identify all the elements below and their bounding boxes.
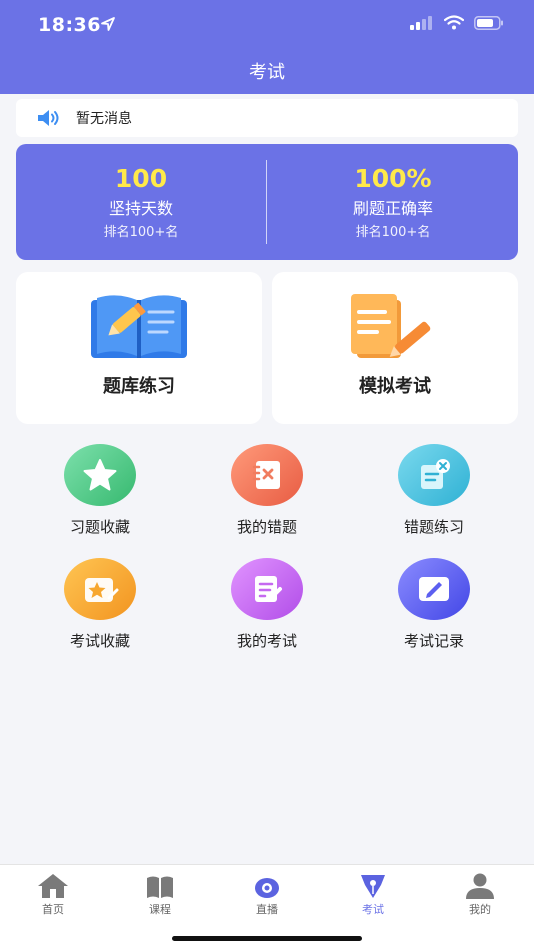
my-exams-button[interactable]: 我的考试 — [197, 558, 337, 658]
notice-bar[interactable]: 暂无消息 — [16, 99, 518, 137]
grid-item-label: 错题练习 — [403, 518, 464, 536]
grid-item-label: 考试记录 — [403, 632, 464, 650]
mock-exam-card[interactable]: 模拟考试 — [272, 272, 518, 424]
icon-circle — [231, 558, 303, 620]
scroll-close-icon — [421, 459, 450, 489]
tab-live[interactable]: 直播 — [227, 871, 307, 916]
icon-circle — [398, 444, 470, 506]
grid-item-label: 习题收藏 — [69, 518, 130, 536]
home-icon — [38, 874, 68, 898]
open-book-pencil-icon — [91, 295, 187, 358]
live-icon — [255, 878, 279, 898]
tab-label: 首页 — [42, 903, 64, 916]
icon-circle — [64, 444, 136, 506]
book-icon — [147, 876, 173, 898]
tab-label: 考试 — [362, 903, 384, 916]
grid-item-label: 考试收藏 — [69, 632, 130, 650]
wrong-question-practice-button[interactable]: 错题练习 — [364, 444, 504, 544]
edit-document-icon — [255, 576, 282, 602]
stat-rank: 排名100+名 — [103, 225, 179, 240]
document-pen-icon — [351, 294, 431, 358]
stat-value: 100 — [114, 164, 168, 193]
stat-value: 100% — [354, 164, 432, 193]
tab-exam[interactable]: 考试 — [333, 871, 413, 916]
tab-mine[interactable]: 我的 — [440, 871, 520, 916]
question-bank-practice-card[interactable]: 题库练习 — [16, 272, 262, 424]
status-bar: 18:36 — [0, 0, 534, 50]
stat-rank: 排名100+名 — [355, 225, 431, 240]
exercise-favorites-button[interactable]: 习题收藏 — [30, 444, 170, 544]
status-time: 18:36 — [38, 14, 101, 36]
stat-accuracy: 100% 刷题正确率 排名100+名 — [268, 144, 518, 260]
notebook-x-icon — [252, 461, 280, 489]
stat-label: 刷题正确率 — [352, 199, 433, 218]
wifi-icon — [444, 15, 464, 30]
status-icons — [410, 15, 504, 30]
pencil-card-icon — [419, 577, 449, 601]
page-title: 考试 — [249, 62, 285, 83]
card-label: 模拟考试 — [359, 376, 431, 397]
stat-persist-days: 100 坚持天数 排名100+名 — [16, 144, 266, 260]
icon-circle — [64, 558, 136, 620]
star-icon — [83, 459, 117, 491]
grid-item-label: 我的考试 — [236, 632, 297, 650]
location-arrow-icon — [101, 17, 115, 31]
star-card-icon — [85, 578, 119, 602]
tab-home[interactable]: 首页 — [13, 871, 93, 916]
tab-label: 我的 — [469, 903, 491, 916]
cellular-signal-icon — [410, 15, 432, 30]
stats-divider — [266, 160, 267, 244]
pen-nib-icon — [361, 875, 385, 898]
speaker-icon — [36, 108, 62, 128]
icon-circle — [398, 558, 470, 620]
icon-circle — [231, 444, 303, 506]
user-icon — [466, 873, 494, 899]
notice-text: 暂无消息 — [76, 111, 132, 127]
tab-label: 课程 — [149, 903, 171, 916]
stats-panel: 100 坚持天数 排名100+名 100% 刷题正确率 排名100+名 — [16, 144, 518, 260]
my-wrong-questions-button[interactable]: 我的错题 — [197, 444, 337, 544]
battery-icon — [474, 15, 503, 30]
exam-favorites-button[interactable]: 考试收藏 — [30, 558, 170, 658]
stat-label: 坚持天数 — [108, 199, 173, 218]
exam-records-button[interactable]: 考试记录 — [364, 558, 504, 658]
tab-label: 直播 — [256, 903, 278, 916]
grid-item-label: 我的错题 — [236, 518, 297, 536]
header: 18:36 考试 — [0, 0, 534, 94]
home-indicator[interactable] — [172, 936, 362, 941]
card-label: 题库练习 — [103, 376, 175, 397]
tab-courses[interactable]: 课程 — [120, 871, 200, 916]
